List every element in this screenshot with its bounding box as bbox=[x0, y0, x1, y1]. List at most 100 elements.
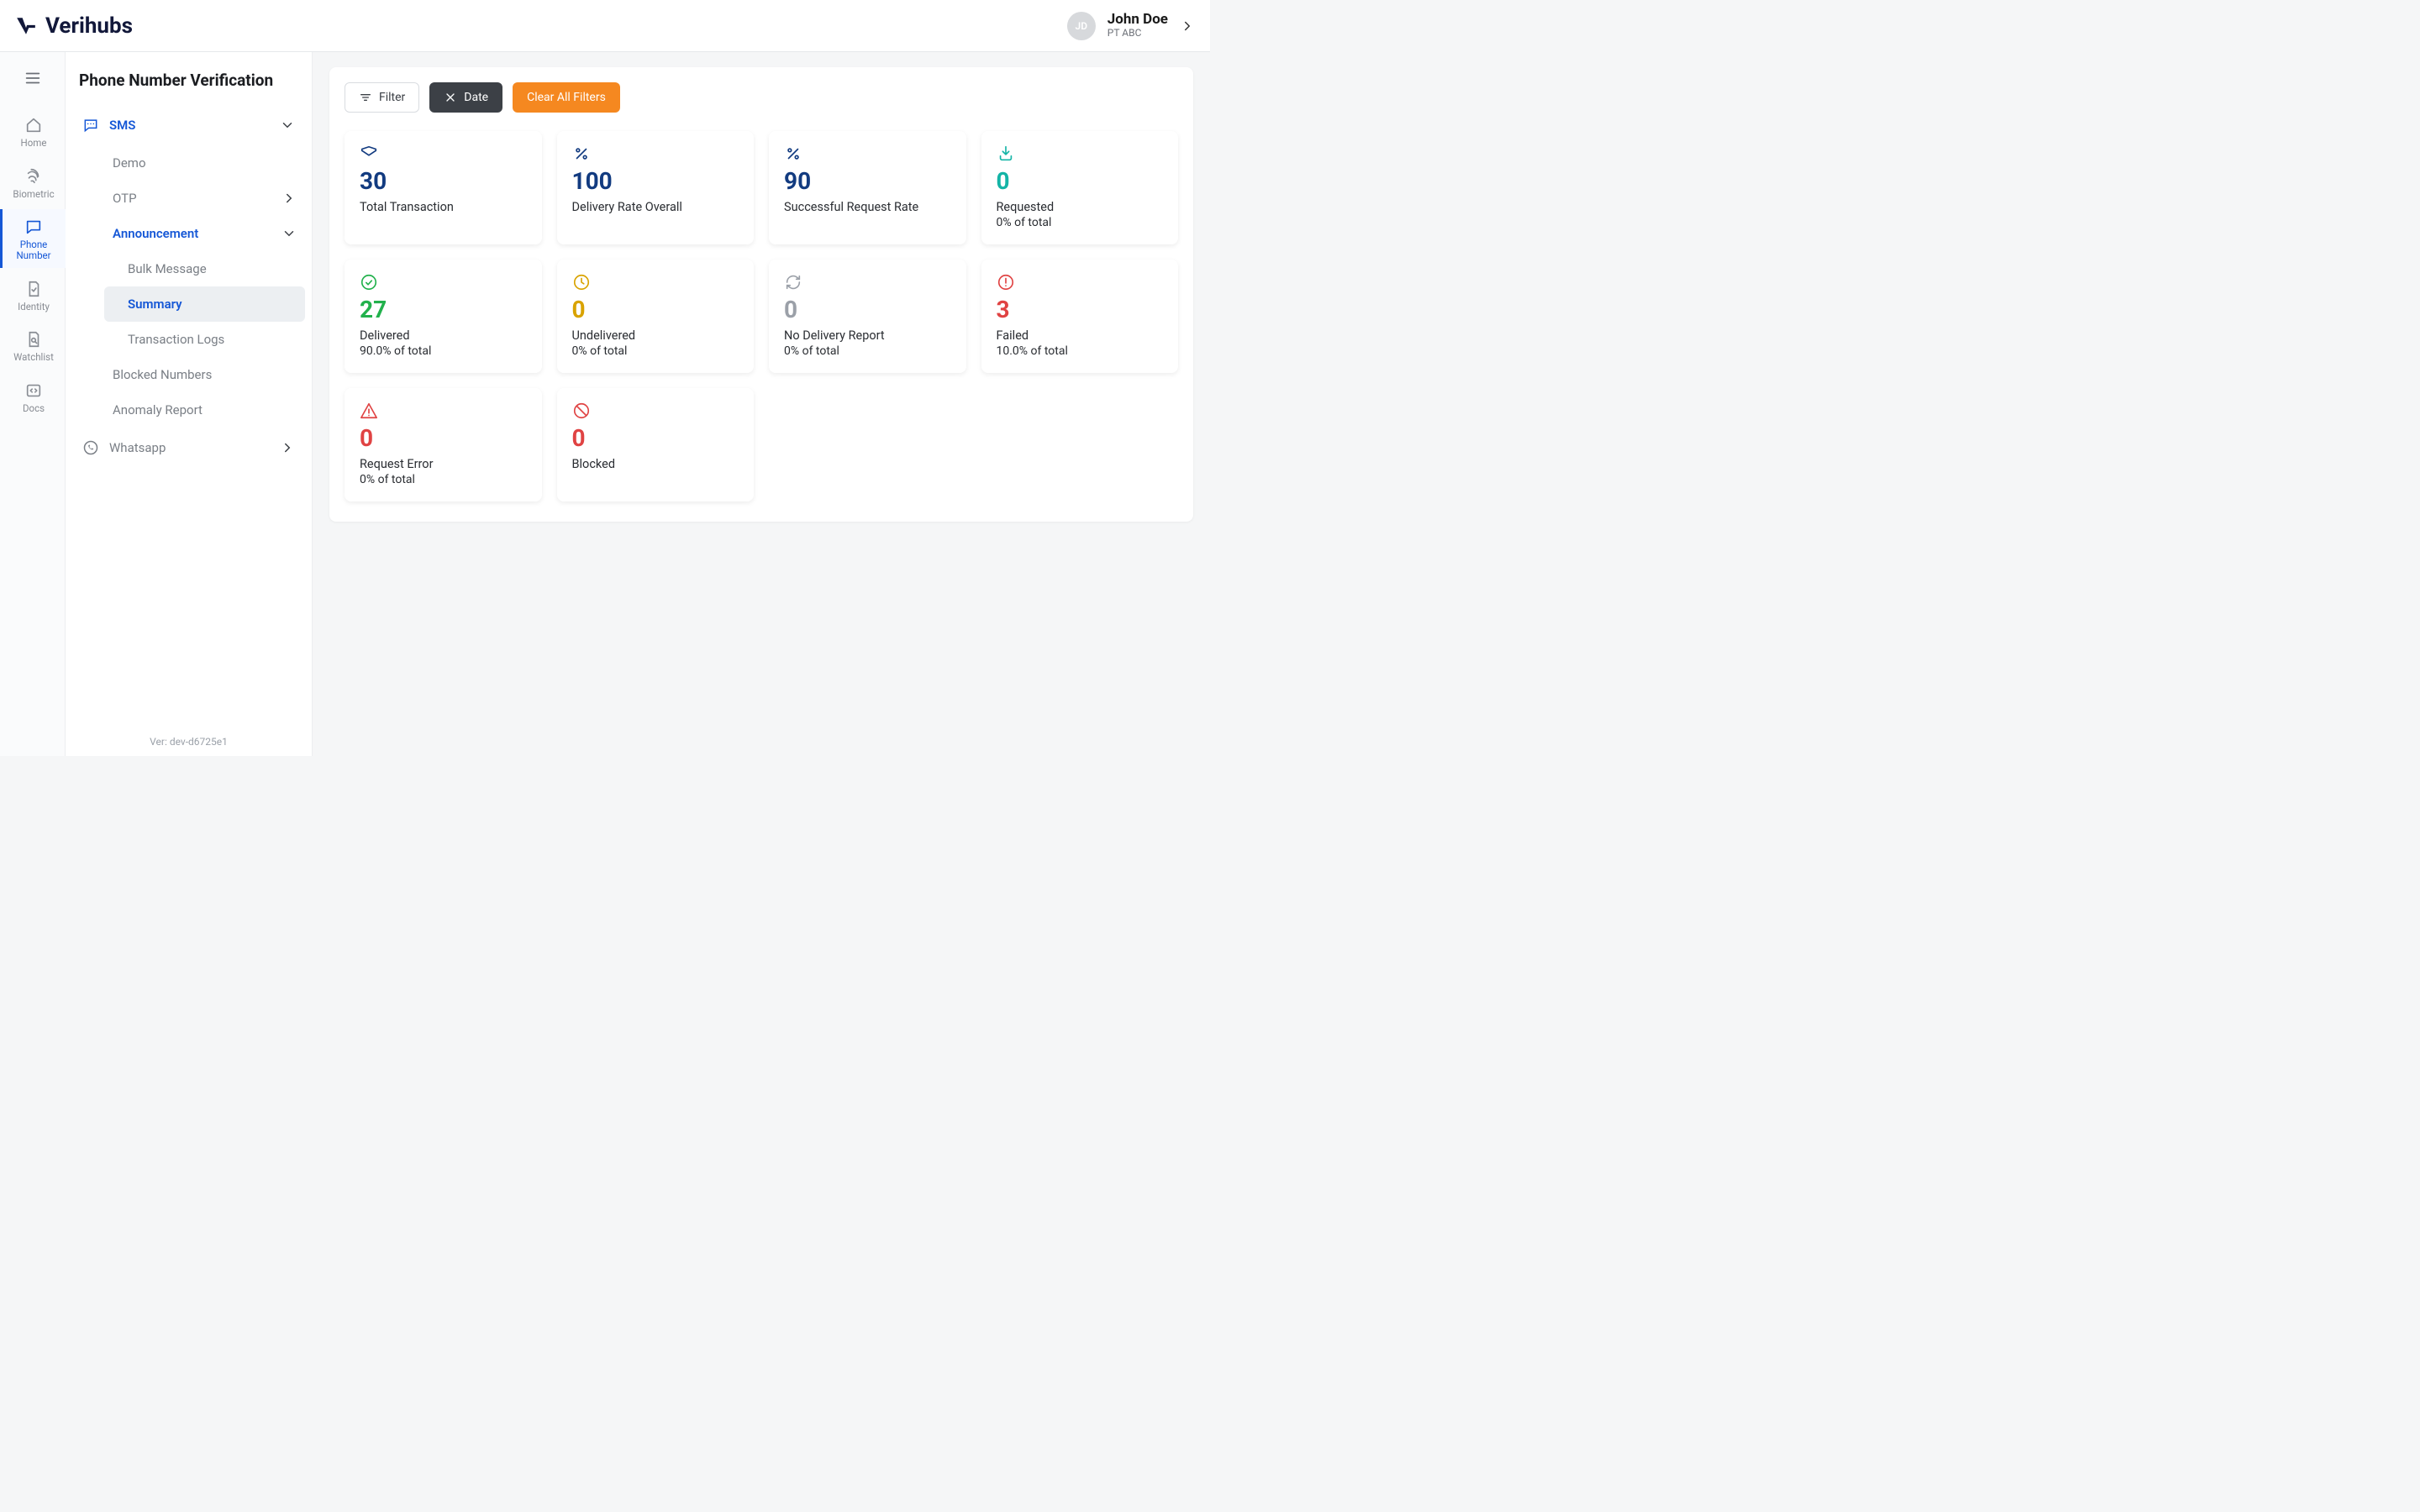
page-title: Phone Number Verification bbox=[66, 52, 312, 105]
tree-leaf-label: Anomaly Report bbox=[113, 402, 203, 417]
tree-leaf-anomaly-report[interactable]: Anomaly Report bbox=[104, 392, 305, 428]
rail-item-label: Docs bbox=[23, 403, 45, 414]
tree-leaf-bulk-message[interactable]: Bulk Message bbox=[104, 251, 305, 286]
tree-node-label: Whatsapp bbox=[109, 440, 166, 455]
metric-value: 0 bbox=[572, 298, 739, 322]
rail-item-label: Watchlist bbox=[13, 352, 54, 363]
metric-sublabel: 0% of total bbox=[572, 344, 739, 358]
hamburger-button[interactable] bbox=[24, 64, 42, 104]
avatar: JD bbox=[1067, 12, 1096, 40]
home-icon bbox=[24, 116, 43, 134]
main: Filter Date Clear All Filters 30 Total T… bbox=[313, 52, 1210, 756]
rail-item-home[interactable]: Home bbox=[0, 108, 66, 155]
user-names: John Doe PT ABC bbox=[1107, 12, 1168, 39]
metric-cards: 30 Total Transaction 100 Delivery Rate O… bbox=[345, 131, 1178, 501]
metric-value: 27 bbox=[360, 298, 527, 322]
rail-item-phone-number[interactable]: Phone Number bbox=[0, 209, 66, 267]
metric-value: 30 bbox=[360, 170, 527, 193]
rail-item-label: Identity bbox=[18, 302, 50, 312]
code-box-icon bbox=[24, 381, 43, 400]
rail-item-biometric[interactable]: Biometric bbox=[0, 159, 66, 207]
metric-sublabel: 0% of total bbox=[784, 344, 951, 358]
tree-leaf-announcement[interactable]: Announcement bbox=[104, 216, 305, 251]
metric-label: Blocked bbox=[572, 457, 739, 471]
button-label: Date bbox=[464, 91, 488, 104]
percent-icon bbox=[572, 144, 739, 163]
metric-value: 3 bbox=[997, 298, 1164, 322]
rail-item-label: Home bbox=[21, 138, 47, 149]
metric-card-requested: 0 Requested 0% of total bbox=[981, 131, 1179, 244]
check-icon bbox=[360, 273, 527, 291]
clock-icon bbox=[572, 273, 739, 291]
toolbar: Filter Date Clear All Filters bbox=[345, 82, 1178, 113]
nav-rail: Home Biometric Phone Number Identity Wat bbox=[0, 52, 66, 756]
metric-sublabel: 0% of total bbox=[997, 216, 1164, 229]
tree-leaf-label: Announcement bbox=[113, 226, 198, 241]
metric-value: 0 bbox=[784, 298, 951, 322]
refresh-icon bbox=[784, 273, 951, 291]
metric-value: 100 bbox=[572, 170, 739, 193]
tree-node-whatsapp[interactable]: Whatsapp bbox=[72, 428, 305, 468]
alert-icon bbox=[997, 273, 1164, 291]
clear-filters-button[interactable]: Clear All Filters bbox=[513, 82, 620, 113]
whatsapp-icon bbox=[82, 439, 99, 456]
metric-card-undelivered: 0 Undelivered 0% of total bbox=[557, 260, 755, 373]
user-menu[interactable]: JD John Doe PT ABC bbox=[1067, 12, 1195, 40]
tree-leaf-blocked-numbers[interactable]: Blocked Numbers bbox=[104, 357, 305, 392]
metric-label: Request Error bbox=[360, 457, 527, 471]
tree-leaf-label: Demo bbox=[113, 155, 146, 171]
chevron-right-icon bbox=[280, 440, 295, 455]
rail-item-watchlist[interactable]: Watchlist bbox=[0, 322, 66, 370]
brand-name: Verihubs bbox=[45, 13, 133, 39]
version-label: Ver: dev-d6725e1 bbox=[66, 736, 312, 748]
rail-item-docs[interactable]: Docs bbox=[0, 373, 66, 421]
side-panel: Phone Number Verification SMS Demo OTP bbox=[66, 52, 313, 756]
tree-leaf-label: OTP bbox=[113, 191, 137, 206]
ban-icon bbox=[572, 402, 739, 420]
tree: SMS Demo OTP Announcement Bulk Message bbox=[66, 105, 312, 468]
metric-label: Delivered bbox=[360, 328, 527, 343]
metric-value: 0 bbox=[572, 427, 739, 450]
tree-leaf-label: Bulk Message bbox=[128, 261, 207, 276]
metric-card-reqerror: 0 Request Error 0% of total bbox=[345, 388, 542, 501]
metric-card-delivrate: 100 Delivery Rate Overall bbox=[557, 131, 755, 244]
chevron-down-icon bbox=[281, 226, 297, 241]
metric-label: No Delivery Report bbox=[784, 328, 951, 343]
filter-icon bbox=[359, 91, 372, 104]
metric-value: 90 bbox=[784, 170, 951, 193]
metric-label: Successful Request Rate bbox=[784, 200, 951, 214]
user-name: John Doe bbox=[1107, 12, 1168, 29]
metric-card-noreport: 0 No Delivery Report 0% of total bbox=[769, 260, 966, 373]
metric-label: Requested bbox=[997, 200, 1164, 214]
download-icon bbox=[997, 144, 1164, 163]
warn-icon bbox=[360, 402, 527, 420]
summary-panel: Filter Date Clear All Filters 30 Total T… bbox=[329, 67, 1193, 522]
topbar: Verihubs JD John Doe PT ABC bbox=[0, 0, 1210, 52]
tree-leaf-summary[interactable]: Summary bbox=[104, 286, 305, 322]
message-icon bbox=[24, 218, 43, 236]
metric-sublabel: 0% of total bbox=[360, 473, 527, 486]
tree-leaf-transaction-logs[interactable]: Transaction Logs bbox=[104, 322, 305, 357]
metric-value: 0 bbox=[360, 427, 527, 450]
button-label: Filter bbox=[379, 91, 405, 104]
metric-card-delivered: 27 Delivered 90.0% of total bbox=[345, 260, 542, 373]
rail-item-identity[interactable]: Identity bbox=[0, 271, 66, 319]
tree-node-label: SMS bbox=[109, 118, 135, 133]
document-search-icon bbox=[24, 330, 43, 349]
document-check-icon bbox=[24, 280, 43, 298]
date-button[interactable]: Date bbox=[429, 82, 502, 113]
close-icon bbox=[444, 91, 457, 104]
tree-leaf-demo[interactable]: Demo bbox=[104, 145, 305, 181]
metric-label: Delivery Rate Overall bbox=[572, 200, 739, 214]
tree-node-sms[interactable]: SMS bbox=[72, 105, 305, 145]
avatar-initials: JD bbox=[1076, 20, 1088, 32]
tree-leaf-otp[interactable]: OTP bbox=[104, 181, 305, 216]
filter-button[interactable]: Filter bbox=[345, 82, 419, 113]
metric-label: Failed bbox=[997, 328, 1164, 343]
rail-item-label: Biometric bbox=[13, 189, 54, 200]
chevron-down-icon bbox=[280, 118, 295, 133]
metric-card-total: 30 Total Transaction bbox=[345, 131, 542, 244]
tree-leaf-label: Blocked Numbers bbox=[113, 367, 212, 382]
button-label: Clear All Filters bbox=[527, 91, 606, 104]
chevron-right-icon bbox=[1180, 18, 1195, 34]
